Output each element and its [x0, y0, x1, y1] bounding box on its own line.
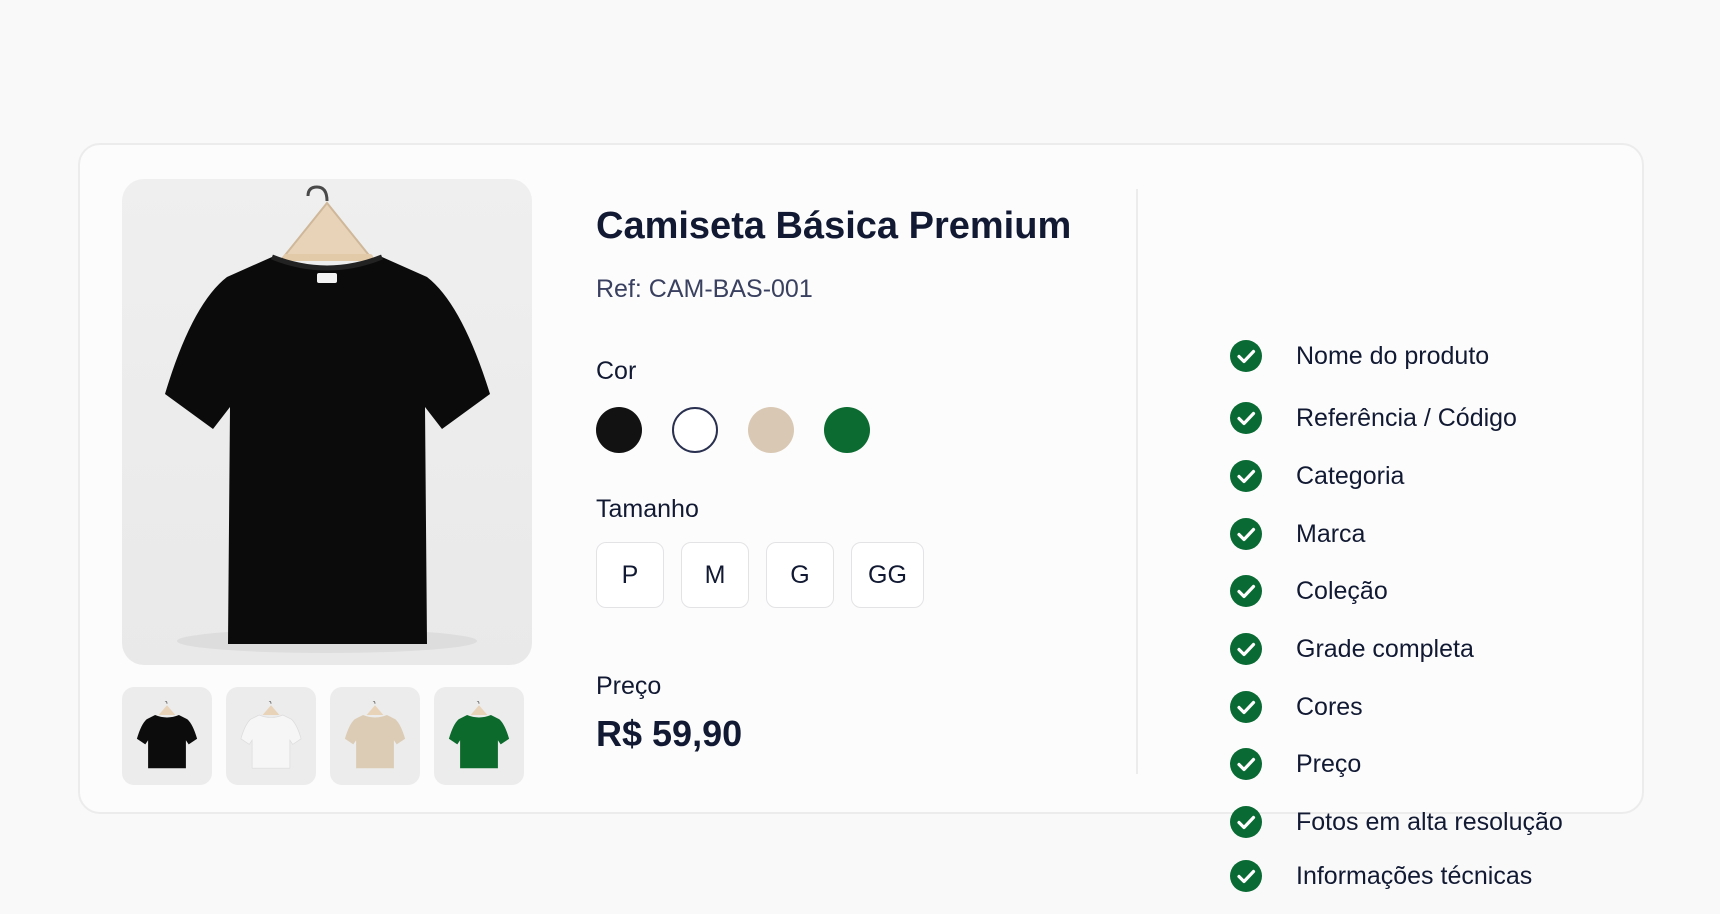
color-swatch-preto[interactable] [596, 407, 642, 453]
main-product-photo[interactable] [122, 179, 532, 665]
checklist-item: Nome do produto [1230, 340, 1489, 372]
size-option-gg[interactable]: GG [851, 542, 924, 608]
price-label: Preço [596, 672, 662, 700]
tshirt-thumbnail-icon [240, 701, 302, 769]
size-option-p[interactable]: P [596, 542, 664, 608]
check-circle-icon [1230, 518, 1262, 550]
checklist-label: Coleção [1296, 576, 1388, 605]
check-circle-icon [1230, 691, 1262, 723]
checklist-item: Fotos em alta resolução [1230, 806, 1563, 838]
color-swatch-verde[interactable] [824, 407, 870, 453]
check-circle-icon [1230, 860, 1262, 892]
product-card: Camiseta Básica Premium Ref: CAM-BAS-001… [78, 143, 1644, 892]
checklist-label: Cores [1296, 692, 1363, 721]
thumbnail-1[interactable] [122, 687, 212, 785]
check-circle-icon [1230, 575, 1262, 607]
checklist-item: Informações técnicas [1230, 860, 1532, 892]
product-price: R$ 59,90 [596, 713, 743, 754]
check-circle-icon [1230, 806, 1262, 838]
checklist-label: Grade completa [1296, 634, 1474, 663]
color-swatch-bege[interactable] [748, 407, 794, 453]
check-circle-icon [1230, 748, 1262, 780]
checklist-label: Marca [1296, 519, 1366, 548]
checklist-label: Fotos em alta resolução [1296, 807, 1563, 836]
thumbnail-4[interactable] [434, 687, 524, 785]
check-circle-icon [1230, 460, 1262, 492]
color-swatch-branco[interactable] [672, 407, 718, 453]
checklist-item: Preço [1230, 748, 1361, 780]
checklist-item: Cores [1230, 691, 1363, 723]
product-ref: Ref: CAM-BAS-001 [596, 275, 813, 303]
checklist-item: Referência / Código [1230, 402, 1517, 434]
product-title: Camiseta Básica Premium [596, 205, 1072, 247]
check-circle-icon [1230, 402, 1262, 434]
checklist-label: Categoria [1296, 461, 1405, 490]
checklist-item: Marca [1230, 518, 1365, 550]
checklist-label: Nome do produto [1296, 341, 1490, 370]
checklist-label: Informações técnicas [1296, 861, 1533, 890]
checklist-item: Categoria [1230, 460, 1404, 492]
tshirt-thumbnail-icon [448, 701, 510, 769]
tshirt-image [165, 185, 490, 653]
check-circle-icon [1230, 340, 1262, 372]
size-option-g[interactable]: G [766, 542, 834, 608]
color-label: Cor [596, 357, 637, 385]
color-swatches [596, 407, 870, 453]
checklist-label: Referência / Código [1296, 403, 1517, 432]
check-circle-icon [1230, 633, 1262, 665]
vertical-divider [1136, 189, 1138, 774]
thumbnail-2[interactable] [226, 687, 316, 785]
size-option-m[interactable]: M [681, 542, 749, 608]
checklist-item: Coleção [1230, 575, 1388, 607]
size-label: Tamanho [596, 495, 699, 523]
tshirt-thumbnail-icon [136, 701, 198, 769]
tshirt-thumbnail-icon [344, 701, 406, 769]
checklist-label: Preço [1296, 749, 1362, 778]
thumbnail-strip [122, 687, 524, 785]
size-options: P M G GG [596, 542, 924, 608]
thumbnail-3[interactable] [330, 687, 420, 785]
checklist-item: Grade completa [1230, 633, 1474, 665]
